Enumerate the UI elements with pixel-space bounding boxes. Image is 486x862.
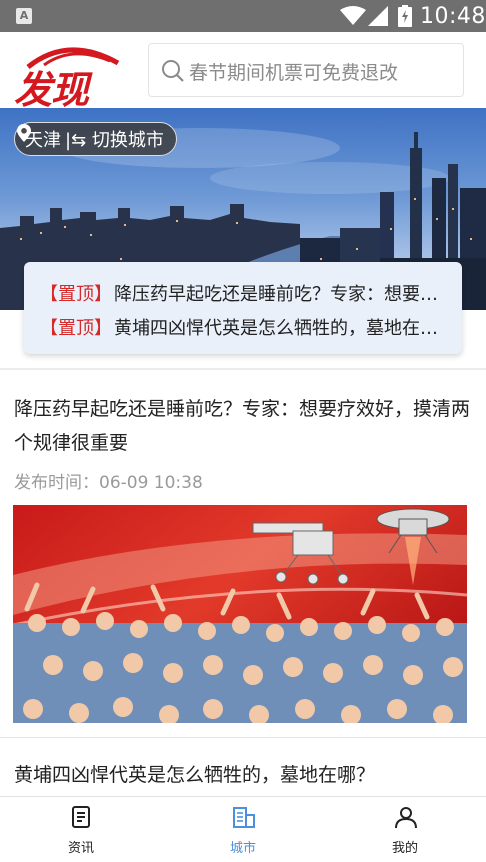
article-title[interactable]: 降压药早起吃还是睡前吃？专家：想要疗效好，摸清两个规律很重要 xyxy=(14,392,474,460)
bottom-navigation: 资讯 城市 我的 xyxy=(0,796,486,862)
pinned-tag: 【置顶】 xyxy=(40,318,112,338)
app-notification-icon: A xyxy=(16,8,32,24)
search-bar[interactable]: 春节期间机票可免费退改 xyxy=(148,43,464,97)
article-divider xyxy=(0,737,486,738)
nav-tab-city[interactable]: 城市 xyxy=(162,797,324,862)
pinned-item[interactable]: 【置顶】 黄埔四凶悍代英是怎么牺牲的，墓地在哪？ xyxy=(40,314,450,338)
city-switcher[interactable]: 天津 |⇆ 切换城市 xyxy=(14,122,177,156)
app-header: 发现 春节期间机票可免费退改 xyxy=(0,32,486,112)
search-placeholder: 春节期间机票可免费退改 xyxy=(189,62,399,84)
app-logo[interactable]: 发现 xyxy=(14,41,124,112)
profile-icon xyxy=(395,807,417,829)
pinned-title: 降压药早起吃还是睡前吃？专家：想要疗效好，摸清两个规律很重要 xyxy=(114,284,450,304)
city-icon xyxy=(233,807,255,828)
search-icon xyxy=(162,60,184,82)
nav-label: 我的 xyxy=(391,841,418,856)
battery-icon xyxy=(398,5,412,27)
signal-icon xyxy=(368,6,388,26)
nav-label: 资讯 xyxy=(67,841,94,856)
article-publish-time: 发布时间：06-09 10:38 xyxy=(14,473,203,493)
logo-text: 发现 xyxy=(14,68,89,112)
pinned-item[interactable]: 【置顶】 降压药早起吃还是睡前吃？专家：想要疗效好，摸清两个规律很重要 xyxy=(40,280,450,304)
pinned-news-card: 【置顶】 降压药早起吃还是睡前吃？专家：想要疗效好，摸清两个规律很重要 【置顶】… xyxy=(24,262,462,354)
article-image[interactable] xyxy=(13,505,467,723)
wifi-icon xyxy=(340,6,366,25)
pinned-title: 黄埔四凶悍代英是怎么牺牲的，墓地在哪？ xyxy=(114,318,450,338)
nav-tab-profile[interactable]: 我的 xyxy=(324,797,486,862)
mars-landing-celebration-image xyxy=(13,505,467,723)
clock: 10:48 xyxy=(420,4,486,29)
section-divider xyxy=(0,368,486,370)
article-title[interactable]: 黄埔四凶悍代英是怎么牺牲的，墓地在哪？ xyxy=(14,758,474,792)
nav-tab-news[interactable]: 资讯 xyxy=(0,797,162,862)
switch-city-label[interactable]: |⇆ 切换城市 xyxy=(65,126,164,152)
news-icon xyxy=(72,806,90,828)
location-pin-icon xyxy=(17,124,31,142)
status-bar: A 10:48 xyxy=(0,0,486,32)
pinned-tag: 【置顶】 xyxy=(40,284,112,304)
nav-label: 城市 xyxy=(229,841,256,856)
